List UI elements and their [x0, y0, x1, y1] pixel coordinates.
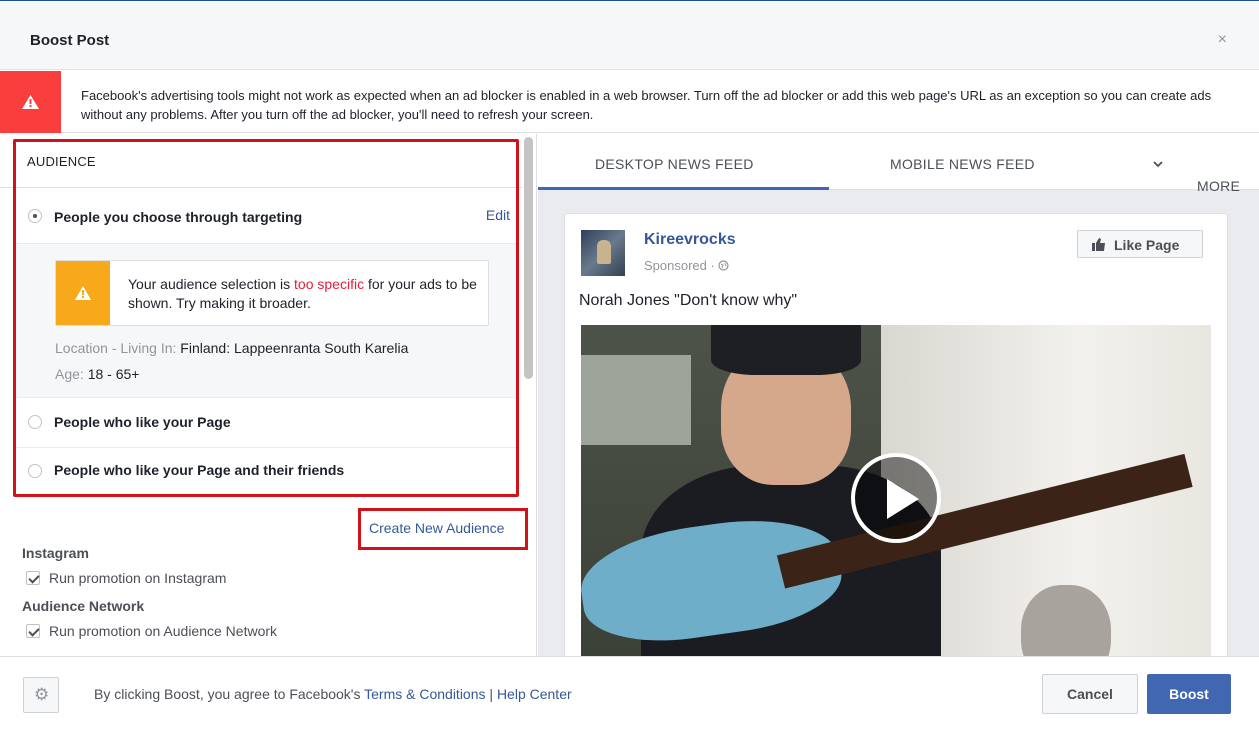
preview-tabs: DESKTOP NEWS FEED MOBILE NEWS FEED MORE — [538, 134, 1259, 194]
audience-section-header: AUDIENCE — [0, 134, 522, 188]
preview-panel: DESKTOP NEWS FEED MOBILE NEWS FEED MORE … — [538, 134, 1259, 656]
boost-label: Boost — [1169, 686, 1209, 702]
instagram-checkbox-label: Run promotion on Instagram — [49, 570, 227, 586]
warning-message: Your audience selection is too specific … — [128, 275, 478, 313]
terms-link[interactable]: Terms & Conditions — [364, 686, 485, 702]
like-page-button[interactable]: Like Page — [1077, 230, 1203, 258]
instagram-checkbox[interactable] — [26, 571, 40, 585]
tab-desktop-news-feed[interactable]: DESKTOP NEWS FEED — [538, 134, 829, 190]
boost-button[interactable]: Boost — [1147, 674, 1231, 714]
create-new-audience-link[interactable]: Create New Audience — [369, 520, 504, 536]
option-label-targeting: People you choose through targeting — [54, 209, 303, 225]
dialog-footer: ⚙ By clicking Boost, you agree to Facebo… — [0, 656, 1259, 731]
warning-triangle-icon — [22, 95, 39, 109]
dialog-header: Boost Post × — [0, 2, 1259, 70]
thumbs-up-icon — [1092, 238, 1105, 251]
footer-agreement: By clicking Boost, you agree to Facebook… — [94, 686, 572, 702]
age-line: Age: 18 - 65+ — [55, 366, 139, 382]
video-person-cap — [711, 325, 861, 375]
gear-icon: ⚙ — [34, 685, 50, 704]
location-label: Location - Living In: — [55, 340, 177, 356]
age-label: Age: — [55, 366, 84, 382]
boost-post-dialog: Boost Post × Facebook's advertising tool… — [0, 0, 1259, 731]
instagram-title: Instagram — [22, 545, 89, 561]
warning-icon-box — [56, 261, 110, 325]
footer-separator: | — [485, 686, 497, 702]
banner-icon-box — [0, 71, 61, 133]
radio-targeting[interactable] — [28, 209, 42, 223]
radio-likers-and-friends[interactable] — [28, 464, 42, 478]
location-line: Location - Living In: Finland: Lappeenra… — [55, 340, 408, 356]
cancel-label: Cancel — [1067, 686, 1113, 702]
page-avatar[interactable] — [581, 230, 625, 276]
audience-network-title: Audience Network — [22, 598, 145, 614]
footer-text-before: By clicking Boost, you agree to Facebook… — [94, 686, 365, 702]
tab-more-label: MORE — [1197, 178, 1241, 194]
location-value: Finland: Lappeenranta South Karelia — [176, 340, 409, 356]
warning-triangle-icon — [75, 286, 91, 300]
highlight-box-create-audience: Create New Audience — [358, 508, 528, 550]
tab-mobile-news-feed[interactable]: MOBILE NEWS FEED — [829, 134, 1109, 190]
chevron-down-icon — [1153, 161, 1163, 168]
play-icon[interactable] — [851, 453, 941, 543]
dialog-title: Boost Post — [30, 32, 110, 49]
sponsored-label: Sponsored · — [644, 258, 730, 273]
radio-page-likers[interactable] — [28, 415, 42, 429]
video-window — [581, 355, 691, 445]
audience-option-targeting[interactable]: People you choose through targeting Edit — [14, 189, 518, 244]
banner-text: Facebook's advertising tools might not w… — [81, 88, 1212, 122]
audience-network-checkbox[interactable] — [26, 624, 40, 638]
audience-option-page-likers[interactable]: People who like your Page — [14, 398, 518, 448]
page-name-link[interactable]: Kireevrocks — [644, 231, 736, 249]
age-value: 18 - 65+ — [83, 366, 140, 382]
audience-network-checkbox-row[interactable]: Run promotion on Audience Network — [26, 623, 277, 639]
tab-more[interactable]: MORE — [1109, 134, 1259, 194]
like-page-label: Like Page — [1114, 237, 1180, 253]
instagram-checkbox-row[interactable]: Run promotion on Instagram — [26, 570, 226, 586]
ad-blocker-warning-banner: Facebook's advertising tools might not w… — [0, 71, 1259, 133]
warning-highlight: too specific — [294, 276, 365, 292]
tab-label: DESKTOP NEWS FEED — [595, 156, 754, 172]
option-label-likers-and-friends: People who like your Page and their frie… — [54, 462, 345, 478]
option-label-page-likers: People who like your Page — [54, 414, 231, 430]
globe-icon — [718, 260, 730, 271]
edit-audience-link[interactable]: Edit — [486, 207, 510, 223]
tab-label: MOBILE NEWS FEED — [890, 156, 1035, 172]
targeting-details: Your audience selection is too specific … — [14, 244, 518, 398]
video-toy — [1021, 585, 1111, 656]
tab-label: MORE — [1153, 156, 1240, 194]
help-center-link[interactable]: Help Center — [497, 686, 572, 702]
audience-panel: AUDIENCE People you choose through targe… — [0, 134, 537, 656]
audience-section-title: AUDIENCE — [27, 154, 96, 169]
post-video[interactable] — [581, 325, 1211, 656]
post-preview-card: Kireevrocks Sponsored · Like Page Norah … — [564, 213, 1228, 656]
audience-option-likers-and-friends[interactable]: People who like your Page and their frie… — [14, 448, 518, 494]
post-caption: Norah Jones "Don't know why" — [579, 292, 798, 309]
warning-text-before: Your audience selection is — [128, 276, 295, 292]
audience-too-specific-warning: Your audience selection is too specific … — [55, 260, 489, 326]
settings-button[interactable]: ⚙ — [23, 677, 59, 713]
close-icon[interactable]: × — [1218, 32, 1227, 48]
sponsored-text: Sponsored · — [644, 258, 719, 273]
cancel-button[interactable]: Cancel — [1042, 674, 1138, 714]
audience-network-checkbox-label: Run promotion on Audience Network — [49, 623, 278, 639]
left-panel-scrollbar[interactable] — [524, 137, 533, 379]
